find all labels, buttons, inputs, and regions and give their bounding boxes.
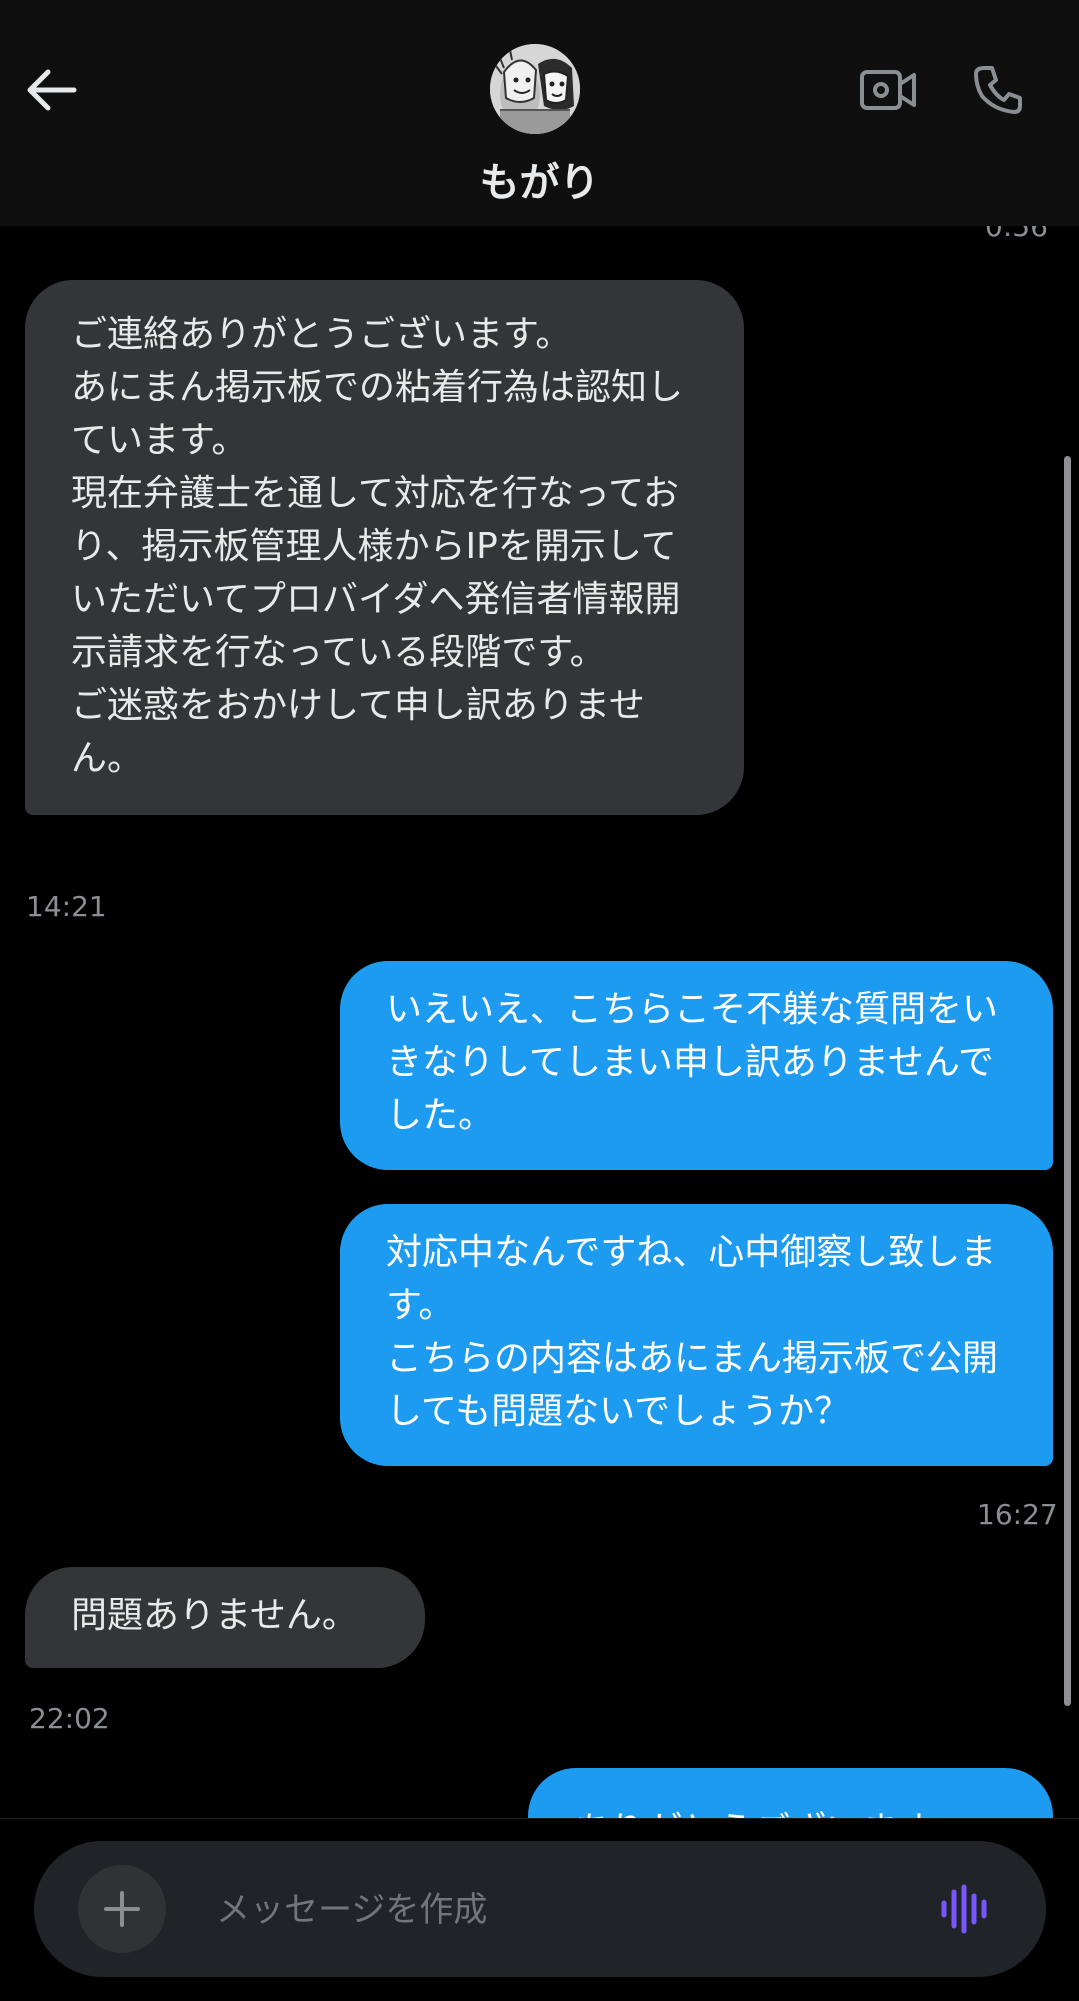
voice-waveform-icon [941,1884,987,1934]
contact-name[interactable]: もがり [0,150,1079,208]
message-list[interactable]: 0:56 ご連絡ありがとうございます。 あにまん掲示板での粘着行為は認知していま… [0,226,1079,1818]
arrow-left-icon [27,69,77,111]
video-call-button[interactable] [855,60,921,120]
avatar-illustration [490,44,580,134]
phone-icon [974,66,1022,114]
phone-call-button[interactable] [966,58,1030,122]
message-composer [34,1841,1046,1977]
message-input[interactable] [214,1881,938,1939]
message-bubble-outgoing[interactable]: ありがとうございます [528,1768,1053,1818]
conversation-header: もがり [0,0,1079,226]
back-button[interactable] [22,60,82,120]
video-camera-icon [860,70,916,110]
message-bubble-incoming[interactable]: ご連絡ありがとうございます。 あにまん掲示板での粘着行為は認知しています。 現在… [25,280,744,815]
message-timestamp: 22:02 [29,1702,110,1735]
contact-avatar[interactable] [490,44,580,134]
add-media-button[interactable] [78,1865,166,1953]
message-bubble-outgoing[interactable]: いえいえ、こちらこそ不躾な質問をいきなりしてしまい申し訳ありませんでした。 [340,961,1053,1170]
message-timestamp: 16:27 [977,1498,1058,1531]
plus-icon [104,1891,140,1927]
composer-bar [0,1818,1079,2001]
scrollbar[interactable] [1064,456,1071,1706]
message-timestamp: 0:56 [985,226,1048,243]
message-bubble-outgoing[interactable]: 対応中なんですね、心中御察し致します。 こちらの内容はあにまん掲示板で公開しても… [340,1204,1053,1466]
message-bubble-incoming[interactable]: 問題ありません。 [25,1567,425,1668]
message-timestamp: 14:21 [26,890,107,923]
voice-message-button[interactable] [936,1879,996,1939]
